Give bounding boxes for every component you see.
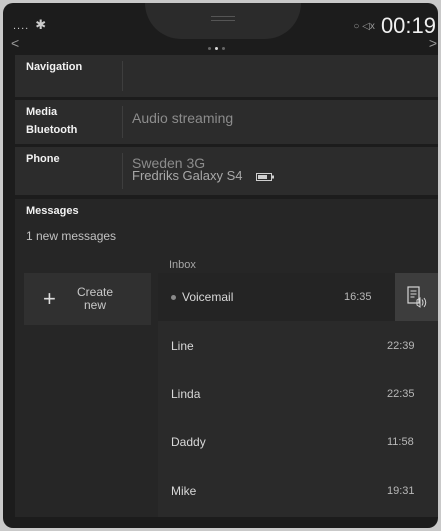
create-label-line1: Create [77,285,114,299]
sender-name: Line [171,339,194,353]
navigation-tile[interactable]: Navigation [15,55,438,97]
create-new-button[interactable]: + Create new [24,273,151,325]
status-indicator-icons: ○ ◁x [353,20,375,32]
sender-name: Linda [171,387,201,401]
device-name: Fredriks Galaxy S4 [132,168,243,183]
page-dot [222,47,225,50]
read-aloud-icon [406,286,426,308]
unread-dot-icon [171,295,176,301]
pull-handle-icon[interactable] [211,16,235,21]
plus-icon: + [43,286,56,311]
navigation-label: Navigation [26,61,83,73]
infotainment-screen: .... ✱ ○ ◁x 00:19 < > Navigation Media B… [3,3,438,528]
read-aloud-button[interactable] [395,273,438,321]
message-time: 22:39 [387,340,415,352]
list-item-daddy[interactable]: Daddy 11:58 [158,418,438,466]
create-new-label: Create new [77,286,113,312]
phone-tile[interactable]: Phone Sweden 3G Fredriks Galaxy S4 [15,147,438,195]
status-right: ○ ◁x 00:19 [353,11,438,41]
signal-icon: .... [13,20,30,32]
status-left: .... ✱ [13,17,47,33]
battery-icon [256,172,275,181]
media-tile[interactable]: Media Bluetooth Audio streaming [15,100,438,144]
messages-label: Messages [26,205,79,217]
list-item-voicemail[interactable]: Voicemail 16:35 [158,273,438,321]
page-indicator [208,47,225,50]
divider [122,61,123,91]
page-dot [208,47,211,50]
new-messages-count: 1 new messages [26,229,117,243]
create-label-line2: new [84,298,107,312]
message-time: 16:35 [344,291,372,303]
page-dot-active [215,47,218,50]
list-item-mike[interactable]: Mike 19:31 [158,467,438,515]
media-label: Media [26,106,58,118]
sender-name: Daddy [171,435,206,449]
message-time: 22:35 [387,388,415,400]
divider [122,106,123,138]
message-time: 11:58 [387,436,414,448]
message-sender: Voicemail [171,290,233,304]
inbox-list[interactable]: Voicemail 16:35 Line 22:39 Linda 22:35 D… [158,273,438,517]
list-item-line[interactable]: Line 22:39 [158,322,438,370]
sender-name: Voicemail [182,290,234,304]
chevron-left-icon[interactable]: < [11,35,19,51]
list-item-linda[interactable]: Linda 22:35 [158,370,438,418]
phone-label: Phone [26,153,60,165]
bluetooth-label: Bluetooth [26,124,78,136]
clock: 00:19 [380,13,436,38]
bluetooth-icon: ✱ [35,17,48,32]
inbox-label: Inbox [169,259,196,271]
message-time: 19:31 [387,485,415,497]
media-source: Audio streaming [132,110,234,126]
top-pull-tab[interactable] [145,3,301,39]
sender-name: Mike [171,484,197,498]
status-bar: .... ✱ ○ ◁x 00:19 < > [3,3,438,55]
divider [122,153,123,189]
chevron-right-icon[interactable]: > [429,35,437,51]
phone-device: Fredriks Galaxy S4 [132,168,276,183]
